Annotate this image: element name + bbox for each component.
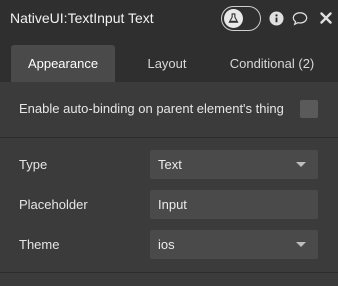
placeholder-value: Input bbox=[158, 197, 187, 212]
theme-value: ios bbox=[158, 237, 175, 252]
property-editor-header: NativeUI:TextInput Text bbox=[0, 0, 338, 37]
tab-layout[interactable]: Layout bbox=[127, 45, 207, 82]
theme-dropdown[interactable]: ios bbox=[150, 230, 318, 259]
tab-appearance[interactable]: Appearance bbox=[11, 45, 115, 82]
section-divider bbox=[0, 272, 338, 273]
auto-binding-checkbox[interactable] bbox=[300, 100, 318, 118]
type-dropdown[interactable]: Text bbox=[150, 150, 318, 179]
type-value: Text bbox=[158, 157, 182, 172]
close-icon[interactable] bbox=[318, 10, 334, 26]
tab-conditional[interactable]: Conditional (2) bbox=[218, 45, 326, 82]
info-icon[interactable] bbox=[268, 10, 284, 26]
debug-toggle[interactable] bbox=[221, 6, 261, 31]
theme-label: Theme bbox=[19, 237, 60, 252]
chevron-down-icon bbox=[296, 162, 306, 167]
element-title: NativeUI:TextInput Text bbox=[10, 10, 154, 26]
type-label: Type bbox=[19, 157, 48, 172]
auto-binding-label: Enable auto-binding on parent element's … bbox=[19, 101, 284, 116]
placeholder-input[interactable]: Input bbox=[150, 190, 318, 219]
placeholder-label: Placeholder bbox=[19, 197, 88, 212]
section-divider bbox=[0, 137, 338, 138]
comment-icon[interactable] bbox=[292, 10, 308, 26]
chevron-down-icon bbox=[296, 242, 306, 247]
tab-bar: Appearance Layout Conditional (2) bbox=[0, 37, 338, 82]
flask-icon bbox=[224, 9, 243, 28]
